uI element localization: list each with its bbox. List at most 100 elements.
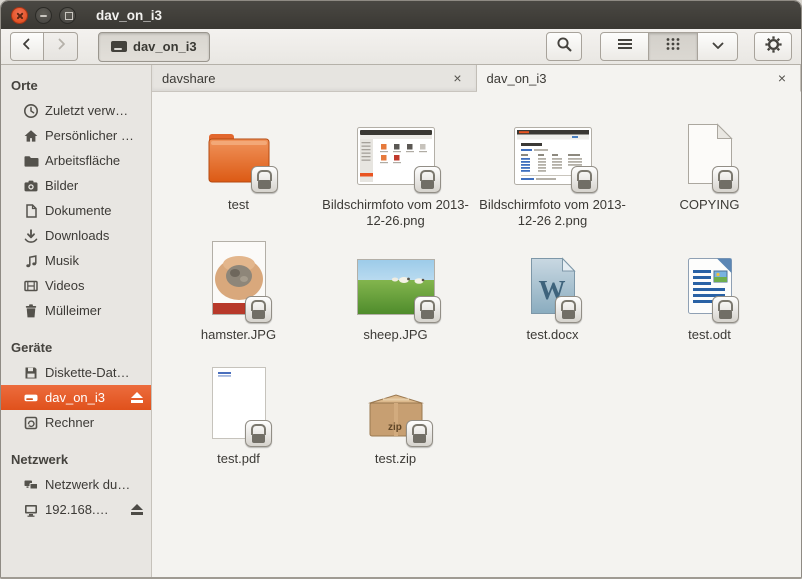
tab-bar: davshare × dav_on_i3 × [152,65,801,92]
file-item-copying[interactable]: COPYING [631,100,788,224]
back-icon [20,37,34,56]
back-button[interactable] [10,32,44,61]
home-icon [23,128,39,144]
camera-icon [23,178,39,194]
window-controls [11,7,76,24]
sidebar-item-documents[interactable]: Dokumente [1,198,151,223]
sidebar-item-label: 192.168.… [45,502,109,517]
file-item-test[interactable]: test [160,100,317,224]
file-name: test.odt [688,327,731,343]
sidebar-item-trash[interactable]: Mülleimer [1,298,151,323]
gear-icon [764,35,783,59]
file-grid: test Bildschirmfoto vom 2013-12-26.png [160,100,801,478]
view-toggle-group [600,32,738,61]
tab-close-icon[interactable]: × [774,69,790,87]
file-item-test-odt[interactable]: test.odt [631,230,788,354]
computer-icon [23,415,39,431]
desktop-folder-icon [23,153,39,169]
file-item-bildschirmfoto-2[interactable]: Bildschirmfoto vom 2013-12-26 2.png [474,100,631,230]
sidebar-item-videos[interactable]: Videos [1,273,151,298]
file-view[interactable]: test Bildschirmfoto vom 2013-12-26.png [152,92,801,577]
close-icon[interactable] [11,7,28,24]
lock-emblem-icon [571,166,598,193]
titlebar[interactable]: dav_on_i3 [1,1,801,29]
list-view-icon [617,37,633,56]
trash-icon [23,303,39,319]
sidebar-item-label: Downloads [45,228,109,243]
file-item-sheep[interactable]: sheep.JPG [317,230,474,354]
sidebar-item-label: Netzwerk du… [45,477,130,492]
download-icon [23,228,39,244]
chevron-down-icon [711,38,725,56]
settings-button[interactable] [754,32,792,61]
file-item-test-docx[interactable]: W test.docx [474,230,631,354]
sidebar-item-browse-network[interactable]: Netzwerk du… [1,472,151,497]
lock-emblem-icon [712,296,739,323]
file-item-hamster[interactable]: hamster.JPG [160,230,317,354]
tab-dav-on-i3[interactable]: dav_on_i3 × [477,65,802,92]
main-area: davshare × dav_on_i3 × test [152,65,801,577]
sidebar-section-devices: Geräte Diskette-Dat… dav_on_i3 Rechner [1,335,151,435]
forward-button[interactable] [44,32,78,61]
tab-close-icon[interactable]: × [449,69,465,87]
window-title: dav_on_i3 [96,8,162,23]
file-name: test.docx [526,327,578,343]
file-manager-window: dav_on_i3 dav_on_i3 [0,0,802,579]
sidebar-item-dav-on-i3[interactable]: dav_on_i3 [1,385,151,410]
window-body: Orte Zuletzt verw… Persönlicher … Arbeit… [1,65,801,577]
forward-icon [54,37,68,56]
sidebar-item-music[interactable]: Musik [1,248,151,273]
lock-emblem-icon [712,166,739,193]
lock-emblem-icon [414,166,441,193]
grid-view-icon [665,36,681,57]
navigation-buttons [10,32,78,61]
eject-button[interactable] [131,504,143,515]
toolbar-right [546,32,792,61]
clock-icon [23,103,39,119]
sidebar-item-label: Rechner [45,415,94,430]
lock-emblem-icon [414,296,441,323]
network-icon [23,477,39,493]
tab-label: dav_on_i3 [487,71,547,86]
sidebar-item-pictures[interactable]: Bilder [1,173,151,198]
file-name: Bildschirmfoto vom 2013-12-26 2.png [478,197,628,230]
drive-icon [111,41,127,52]
search-icon [556,36,573,58]
sidebar-item-label: Zuletzt verw… [45,103,128,118]
search-button[interactable] [546,32,582,61]
floppy-icon [23,365,39,381]
sidebar-section-places: Orte Zuletzt verw… Persönlicher … Arbeit… [1,73,151,323]
minimize-icon[interactable] [35,7,52,24]
grid-view-button[interactable] [649,32,698,61]
sidebar-item-label: Bilder [45,178,78,193]
film-icon [23,278,39,294]
sidebar-section-network: Netzwerk Netzwerk du… 192.168.… [1,447,151,522]
eject-button[interactable] [131,392,143,403]
remote-computer-icon [23,502,39,518]
sidebar-item-label: Dokumente [45,203,111,218]
tab-label: davshare [162,71,215,86]
sidebar-item-recent[interactable]: Zuletzt verw… [1,98,151,123]
sidebar: Orte Zuletzt verw… Persönlicher … Arbeit… [1,65,152,577]
file-item-test-pdf[interactable]: test.pdf [160,354,317,478]
sidebar-item-home[interactable]: Persönlicher … [1,123,151,148]
sidebar-item-floppy[interactable]: Diskette-Dat… [1,360,151,385]
sidebar-item-downloads[interactable]: Downloads [1,223,151,248]
file-item-test-zip[interactable]: zip test.zip [317,354,474,478]
list-view-button[interactable] [600,32,649,61]
lock-emblem-icon [406,420,433,447]
sidebar-item-computer[interactable]: Rechner [1,410,151,435]
file-item-bildschirmfoto-1[interactable]: Bildschirmfoto vom 2013-12-26.png [317,100,474,230]
tab-davshare[interactable]: davshare × [152,65,477,91]
sidebar-item-label: Mülleimer [45,303,101,318]
sidebar-item-remote-server[interactable]: 192.168.… [1,497,151,522]
file-name: test.zip [375,451,416,467]
view-options-button[interactable] [698,32,738,61]
sidebar-item-label: Arbeitsfläche [45,153,120,168]
path-button[interactable]: dav_on_i3 [98,32,210,62]
sidebar-item-desktop[interactable]: Arbeitsfläche [1,148,151,173]
sidebar-item-label: Diskette-Dat… [45,365,130,380]
lock-emblem-icon [555,296,582,323]
maximize-icon[interactable] [59,7,76,24]
sidebar-item-label: Musik [45,253,79,268]
